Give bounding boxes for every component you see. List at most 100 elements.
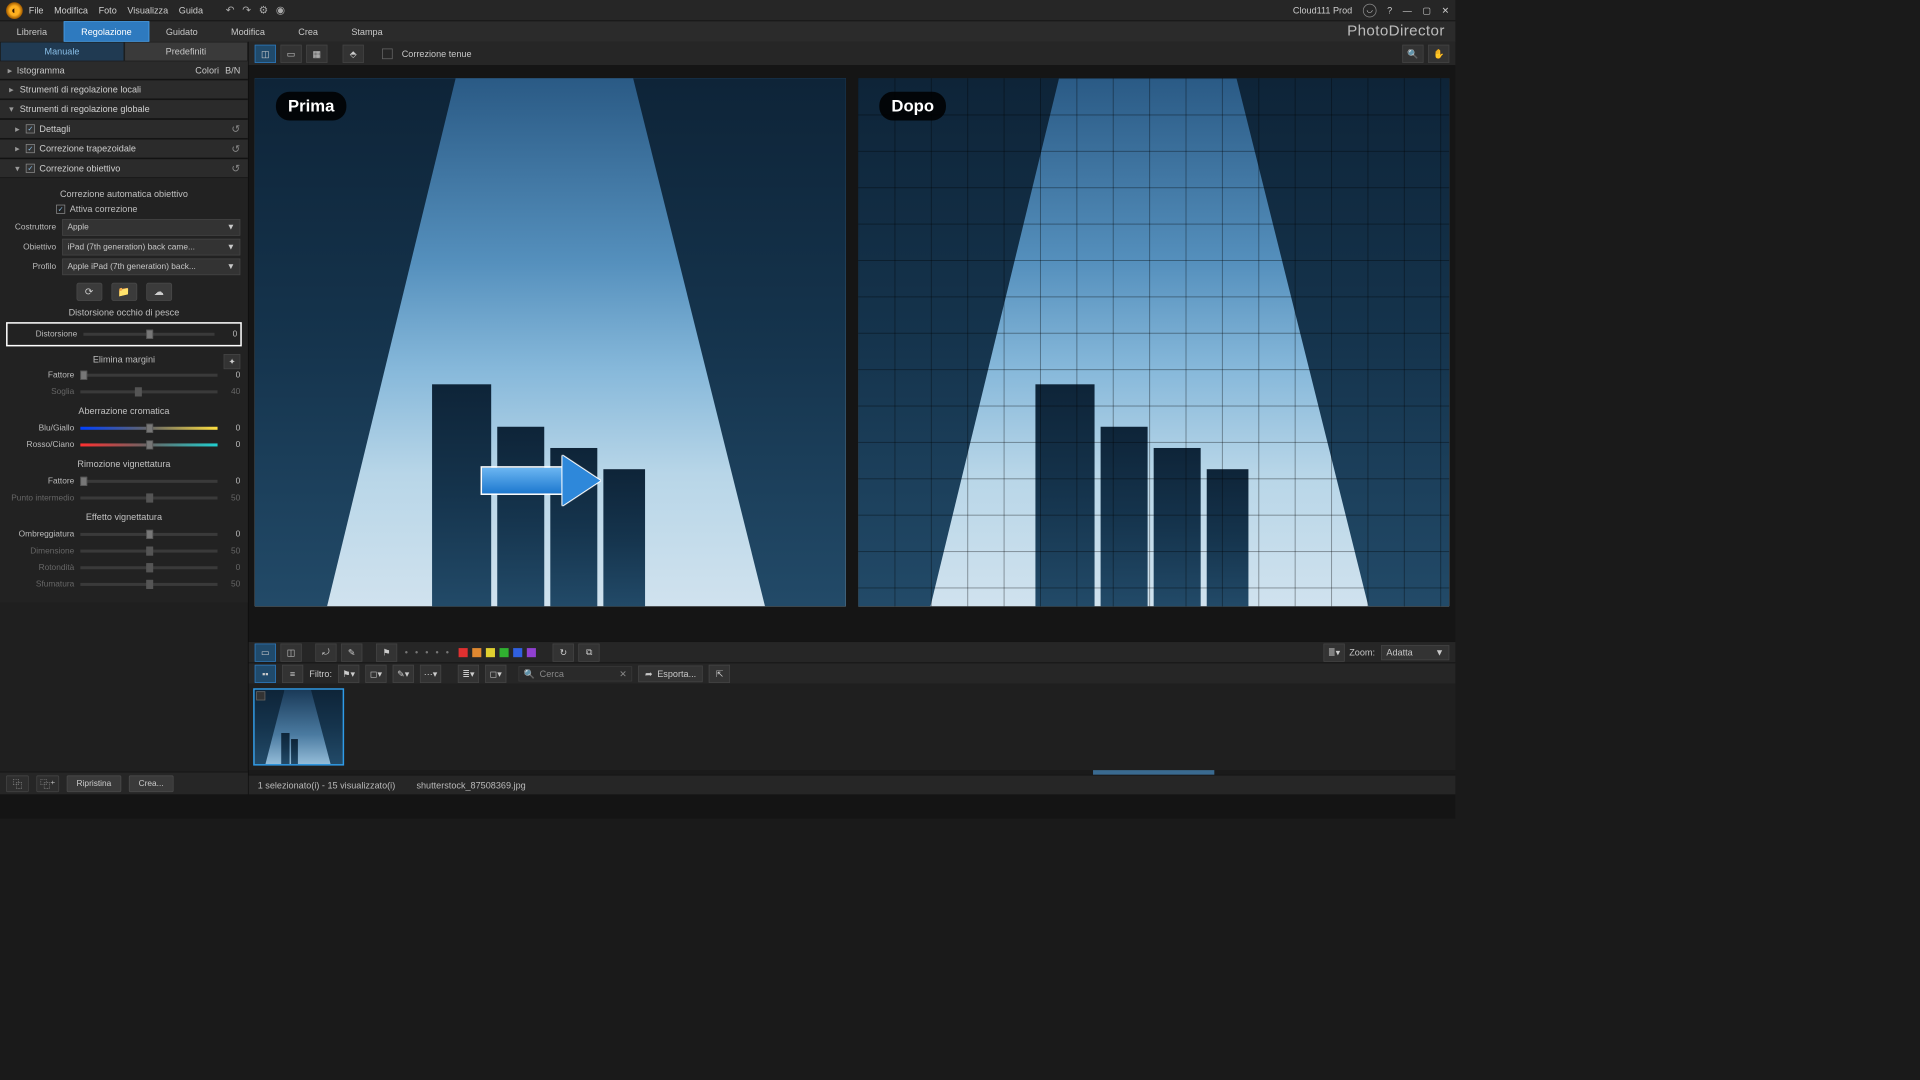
section-detail[interactable]: ▸✓Dettagli ↺ (0, 119, 248, 139)
label-orange[interactable] (472, 648, 481, 657)
filter-label-button[interactable]: ◻▾ (365, 664, 386, 682)
menu-edit[interactable]: Modifica (54, 5, 88, 16)
round-slider[interactable]: Rotondità 0 (8, 560, 241, 575)
search-input[interactable]: 🔍 Cerca ✕ (518, 666, 632, 681)
fs-thumb-button[interactable]: ▪▪ (255, 664, 276, 682)
distortion-slider[interactable]: Distorsione 0 (11, 327, 238, 342)
devig-factor-slider[interactable]: Fattore 0 (8, 474, 241, 489)
histogram-bw[interactable]: B/N (225, 65, 240, 76)
reset-button[interactable]: Ripristina (67, 775, 121, 792)
fs-brush-button[interactable]: ✎ (341, 643, 362, 661)
label-red[interactable] (459, 648, 468, 657)
detail-checkbox[interactable]: ✓ (26, 124, 35, 133)
zoom-tool-button[interactable]: 🔍 (1402, 44, 1423, 62)
menu-photo[interactable]: Foto (99, 5, 117, 16)
undo-icon[interactable]: ↶ (226, 4, 235, 17)
tab-library[interactable]: Libreria (0, 21, 64, 41)
reset-icon[interactable]: ↺ (231, 162, 240, 175)
fs-flag-button[interactable]: ⚑ (376, 643, 397, 661)
profile-dropdown[interactable]: Apple iPad (7th generation) back...▼ (62, 258, 240, 275)
histogram-colors[interactable]: Colori (195, 65, 219, 76)
maker-dropdown[interactable]: Apple▼ (62, 219, 240, 236)
paste-adjustments-button[interactable]: ⿻⁺ (36, 775, 59, 792)
fs-view2-button[interactable]: ◫ (280, 643, 301, 661)
size-slider[interactable]: Dimensione 50 (8, 543, 241, 558)
trapezoid-checkbox[interactable]: ✓ (26, 144, 35, 153)
label-yellow[interactable] (486, 648, 495, 657)
feather-slider[interactable]: Sfumatura 50 (8, 577, 241, 592)
tab-guided[interactable]: Guidato (149, 21, 214, 41)
pin-icon[interactable]: ✦ (224, 354, 241, 369)
subtab-presets[interactable]: Predefiniti (124, 42, 248, 62)
share-button[interactable]: ⇱ (709, 664, 730, 682)
notification-icon[interactable]: ◉ (276, 4, 285, 17)
settings-icon[interactable]: ⚙ (259, 4, 269, 17)
refresh-profile-button[interactable]: ⟳ (76, 283, 102, 301)
soft-correction-checkbox[interactable] (382, 48, 393, 59)
close-icon[interactable]: ✕ (1442, 5, 1450, 16)
import-profile-button[interactable]: 📁 (111, 283, 137, 301)
export-button[interactable]: ➦ Esporta... (638, 665, 703, 682)
redo-icon[interactable]: ↷ (242, 4, 251, 17)
filter-rating-button[interactable]: ≣▾ (458, 664, 479, 682)
tab-adjustment[interactable]: Regolazione (64, 21, 149, 41)
label-green[interactable] (500, 648, 509, 657)
menu-view[interactable]: Visualizza (127, 5, 168, 16)
menu-file[interactable]: File (29, 5, 44, 16)
user-avatar-icon[interactable]: ◡ (1363, 3, 1377, 17)
thumbnail-selected[interactable] (253, 688, 344, 765)
view-mirror-button[interactable]: ⬘ (343, 44, 364, 62)
crop-threshold-slider[interactable]: Soglia 40 (8, 384, 241, 399)
user-label[interactable]: Cloud111 Prod (1293, 5, 1352, 16)
reset-icon[interactable]: ↺ (231, 142, 240, 155)
fs-reload-button[interactable]: ↻ (553, 643, 574, 661)
section-histogram[interactable]: ▸Istogramma Colori B/N (0, 61, 248, 79)
zoom-dropdown[interactable]: Adatta▼ (1381, 645, 1449, 660)
midpoint-slider[interactable]: Punto intermedio 50 (8, 490, 241, 505)
section-global-tools[interactable]: ▾Strumenti di regolazione globale (0, 99, 248, 119)
fs-view1-button[interactable]: ▭ (255, 643, 276, 661)
clear-search-icon[interactable]: ✕ (619, 668, 627, 679)
reset-icon[interactable]: ↺ (231, 122, 240, 135)
fs-screen-button[interactable]: ⧉ (579, 643, 600, 661)
view-grid-button[interactable]: ▦ (306, 44, 327, 62)
filter-color-button[interactable]: ◻▾ (485, 664, 506, 682)
section-local-tools[interactable]: ▸Strumenti di regolazione locali (0, 80, 248, 100)
fs-list-button[interactable]: ≡ (282, 664, 303, 682)
rating-dots[interactable]: • • • • • (405, 647, 451, 658)
view-single-button[interactable]: ▭ (280, 44, 301, 62)
maximize-icon[interactable]: ▢ (1422, 5, 1431, 16)
download-profile-button[interactable]: ☁ (146, 283, 172, 301)
fs-sort-button[interactable]: ≣▾ (1323, 643, 1344, 661)
view-compare-button[interactable]: ◫ (255, 44, 276, 62)
filter-flag-button[interactable]: ⚑▾ (338, 664, 359, 682)
crop-factor-slider[interactable]: Fattore 0 (8, 368, 241, 383)
filter-edit-button[interactable]: ✎▾ (393, 664, 414, 682)
filmstrip-scrollbar[interactable] (249, 770, 1456, 775)
label-blue[interactable] (513, 648, 522, 657)
minimize-icon[interactable]: — (1403, 5, 1412, 16)
tab-print[interactable]: Stampa (335, 21, 400, 41)
shade-slider[interactable]: Ombreggiatura 0 (8, 527, 241, 542)
pan-tool-button[interactable]: ✋ (1428, 44, 1449, 62)
lens-dropdown[interactable]: iPad (7th generation) back came...▼ (62, 239, 240, 256)
lens-checkbox[interactable]: ✓ (26, 164, 35, 173)
section-trapezoid[interactable]: ▸✓Correzione trapezoidale ↺ (0, 139, 248, 159)
red-cyan-slider[interactable]: Rosso/Ciano 0 (8, 437, 241, 452)
distortion-value: 0 (215, 330, 238, 339)
menu-help[interactable]: Guida (179, 5, 203, 16)
create-preset-button[interactable]: Crea... (129, 775, 174, 792)
enable-correction-checkbox[interactable]: ✓ (56, 205, 65, 214)
after-pane[interactable]: Dopo (858, 78, 1449, 606)
label-purple[interactable] (527, 648, 536, 657)
copy-adjustments-button[interactable]: ⿻ (6, 775, 29, 792)
tab-edit[interactable]: Modifica (214, 21, 281, 41)
blue-yellow-slider[interactable]: Blu/Giallo 0 (8, 421, 241, 436)
section-lens[interactable]: ▾✓Correzione obiettivo ↺ (0, 158, 248, 178)
before-pane[interactable]: Prima (255, 78, 846, 606)
help-icon[interactable]: ? (1387, 5, 1392, 16)
filter-more-button[interactable]: ⋯▾ (420, 664, 441, 682)
subtab-manual[interactable]: Manuale (0, 42, 124, 62)
fs-rotate-button[interactable]: ⤾ (315, 643, 336, 661)
tab-create[interactable]: Crea (282, 21, 335, 41)
